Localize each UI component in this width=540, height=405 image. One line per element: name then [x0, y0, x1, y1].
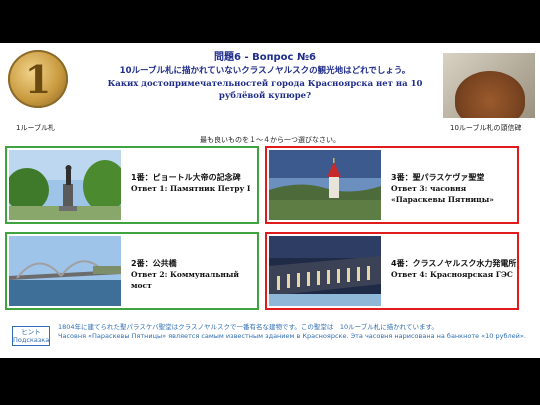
option-3-label-jp: 3番：聖パラスケヴァ聖堂 [391, 173, 485, 182]
hint-button[interactable]: ヒント Подсказка [12, 326, 50, 346]
answer-option-4[interactable]: 4番：クラスノヤルスク水力発電所 Ответ 4: Красноярская Г… [265, 232, 519, 310]
title-line-1: 問題6 - Вопрос №6 [214, 52, 316, 63]
question-title: 問題6 - Вопрос №6 10ルーブル札に描かれていないクラスノヤルスクの… [90, 51, 440, 102]
banknote-monument-image [443, 53, 535, 118]
ruble-coin-image: 1 [8, 50, 68, 108]
option-4-label-ru: Ответ 4: Красноярская ГЭС [391, 270, 513, 279]
answer-option-2[interactable]: 2番：公共橋 Ответ 2: Коммунальный мост [5, 232, 259, 310]
hydro-plant-photo [269, 236, 381, 306]
hint-text-jp: 1804年に建てられた聖パラスケバ聖堂はクラスノヤルスクで一番有名な建物です。こ… [58, 323, 438, 331]
monument-shape [455, 71, 525, 118]
title-line-3: Каких достопримечательностей города Крас… [107, 79, 423, 101]
option-1-text: 1番：ピョートル大帝の記念碑 Ответ 1: Памятник Петру I [131, 172, 257, 194]
option-3-label-ru: Ответ 3: часовня «Параскевы Пятницы» [391, 184, 494, 204]
option-2-label-ru: Ответ 2: Коммунальный мост [131, 270, 239, 290]
hint-button-label-ru: Подсказка [13, 336, 50, 344]
option-3-text: 3番：聖パラスケヴァ聖堂 Ответ 3: часовня «Параскевы… [391, 172, 517, 205]
title-line-2: 10ルーブル札に描かれていないクラスノヤルスクの観光地はどれでしょう。 [119, 66, 411, 76]
hint-button-label-jp: ヒント [21, 328, 41, 336]
paraskeva-chapel-photo [269, 150, 381, 220]
communal-bridge-photo [9, 236, 121, 306]
coin-caption: 1ルーブル札 [16, 124, 56, 132]
hint-text: 1804年に建てられた聖パラスケバ聖堂はクラスノヤルスクで一番有名な建物です。こ… [58, 323, 536, 341]
option-4-text: 4番：クラスノヤルスク水力発電所 Ответ 4: Красноярская Г… [391, 258, 517, 280]
coin-glyph: 1 [24, 56, 52, 102]
answer-option-3[interactable]: 3番：聖パラスケヴァ聖堂 Ответ 3: часовня «Параскевы… [265, 146, 519, 224]
option-2-label-jp: 2番：公共橋 [131, 259, 177, 268]
monument-caption: 10ルーブル札の頭信碑 [450, 124, 522, 132]
instruction-text: 最も良いものを１～４から一つ選びなさい。 [200, 136, 340, 144]
option-1-label-jp: 1番：ピョートル大帝の記念碑 [131, 173, 241, 182]
option-1-label-ru: Ответ 1: Памятник Петру I [131, 184, 251, 193]
peter-monument-photo [9, 150, 121, 220]
option-2-text: 2番：公共橋 Ответ 2: Коммунальный мост [131, 258, 257, 291]
answer-option-1[interactable]: 1番：ピョートル大帝の記念碑 Ответ 1: Памятник Петру I [5, 146, 259, 224]
hint-text-ru: Часовня «Параскевы Пятницы» является сам… [58, 332, 526, 340]
quiz-slide: 1 1ルーブル札 10ルーブル札の頭信碑 問題6 - Вопрос №6 10ル… [0, 43, 540, 358]
option-4-label-jp: 4番：クラスノヤルスク水力発電所 [391, 259, 517, 268]
